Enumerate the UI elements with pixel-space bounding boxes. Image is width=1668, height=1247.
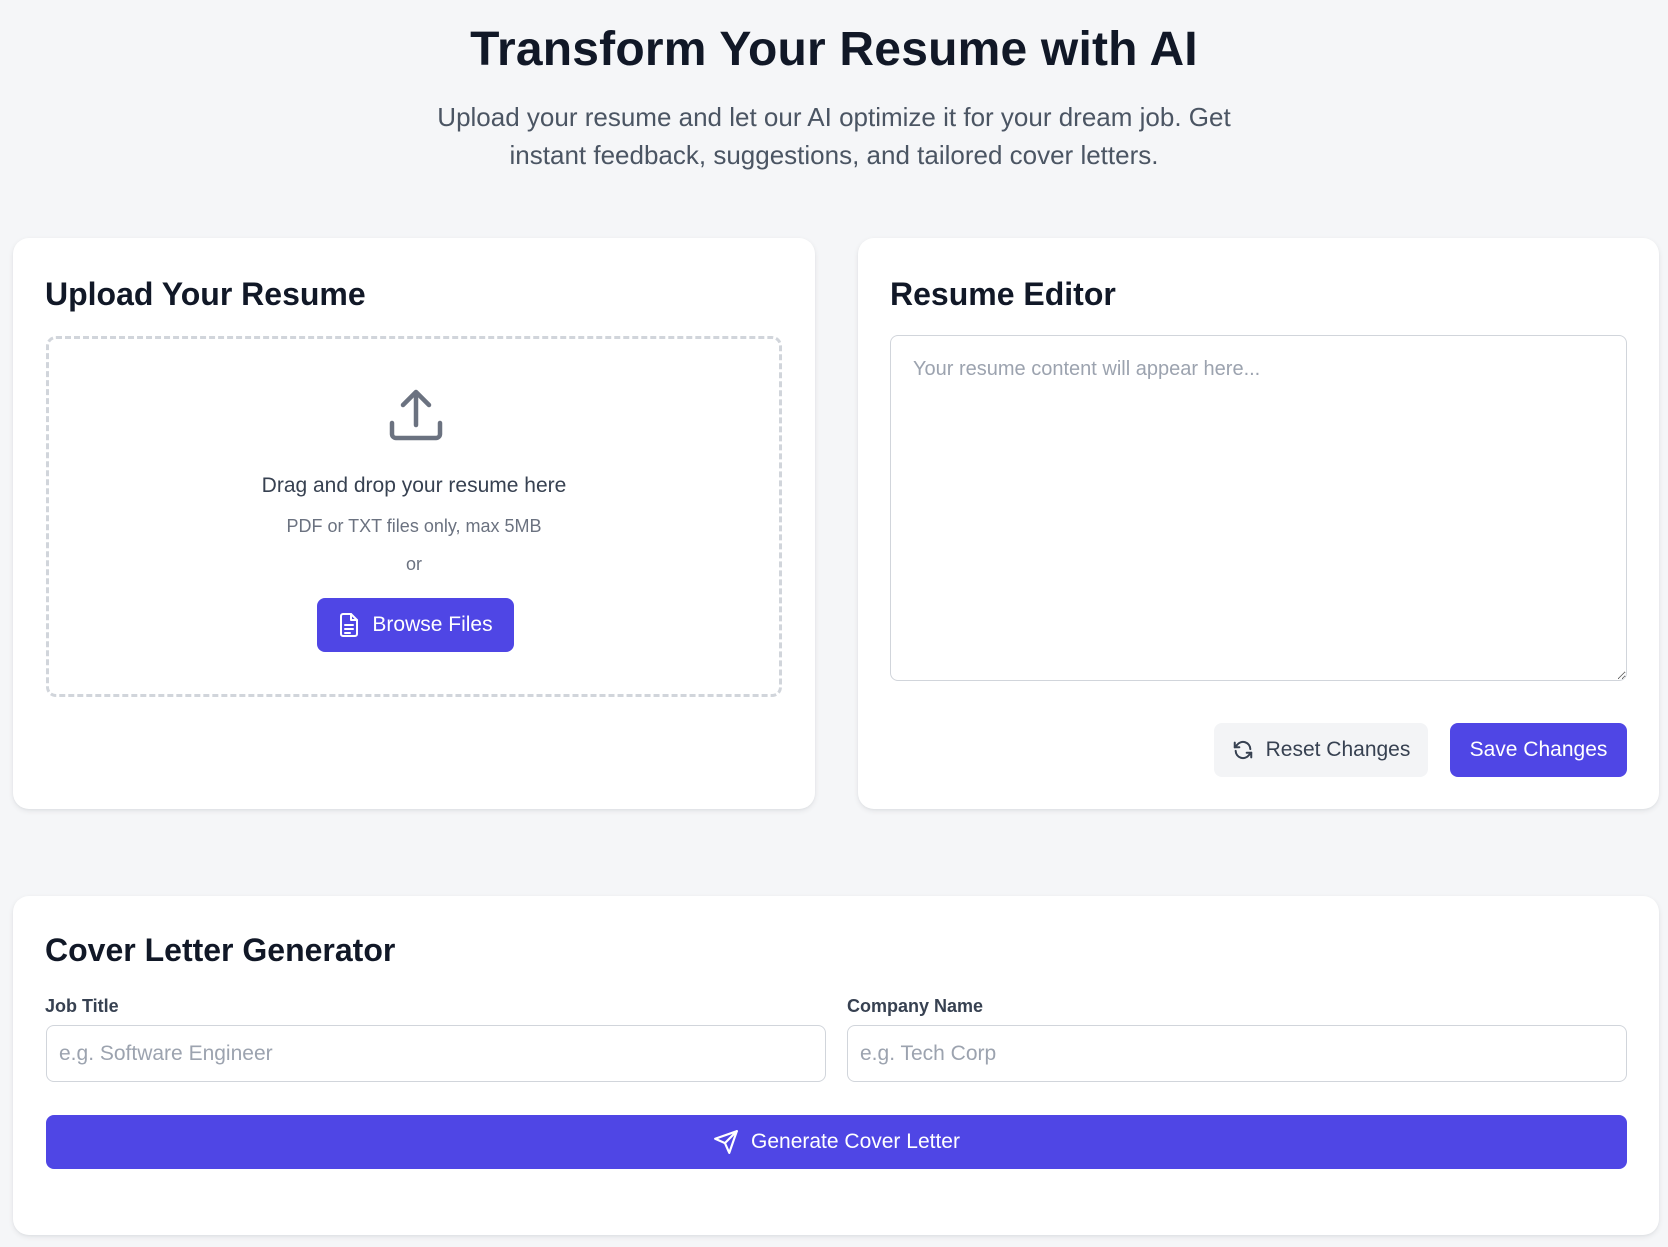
browse-files-label: Browse Files: [372, 613, 493, 636]
resume-dropzone[interactable]: Drag and drop your resume here PDF or TX…: [46, 336, 782, 697]
cover-letter-title: Cover Letter Generator: [45, 932, 396, 968]
reset-changes-button[interactable]: Reset Changes: [1214, 723, 1428, 777]
dropzone-hint: PDF or TXT files only, max 5MB: [286, 516, 542, 536]
page-title: Transform Your Resume with AI: [470, 23, 1198, 76]
generate-cover-letter-button[interactable]: Generate Cover Letter: [46, 1115, 1627, 1169]
browse-files-button[interactable]: Browse Files: [317, 598, 514, 652]
upload-card-title: Upload Your Resume: [45, 276, 366, 312]
send-icon: [714, 1130, 738, 1154]
job-title-label: Job Title: [45, 996, 119, 1016]
editor-card: Resume Editor Reset Changes Save Changes: [858, 238, 1659, 809]
file-icon: [340, 613, 359, 637]
job-title-input[interactable]: [46, 1025, 826, 1082]
refresh-icon: [1233, 740, 1252, 760]
company-name-input[interactable]: [847, 1025, 1627, 1082]
upload-card: Upload Your Resume Drag and drop your re…: [13, 238, 815, 809]
upload-icon: [389, 389, 443, 441]
page: Transform Your Resume with AI Upload you…: [0, 0, 1668, 1247]
page-subtitle: Upload your resume and let our AI optimi…: [437, 102, 1231, 170]
reset-changes-label: Reset Changes: [1265, 738, 1411, 761]
editor-card-title: Resume Editor: [890, 276, 1116, 312]
dropzone-text: Drag and drop your resume here: [261, 474, 567, 497]
cover-letter-card: Cover Letter Generator Job Title Company…: [13, 896, 1659, 1235]
save-changes-button[interactable]: Save Changes: [1450, 723, 1627, 777]
generate-cover-letter-label: Generate Cover Letter: [751, 1130, 960, 1153]
dropzone-or: or: [405, 554, 422, 574]
resume-editor-textarea[interactable]: [890, 335, 1627, 681]
company-name-label: Company Name: [847, 996, 984, 1016]
